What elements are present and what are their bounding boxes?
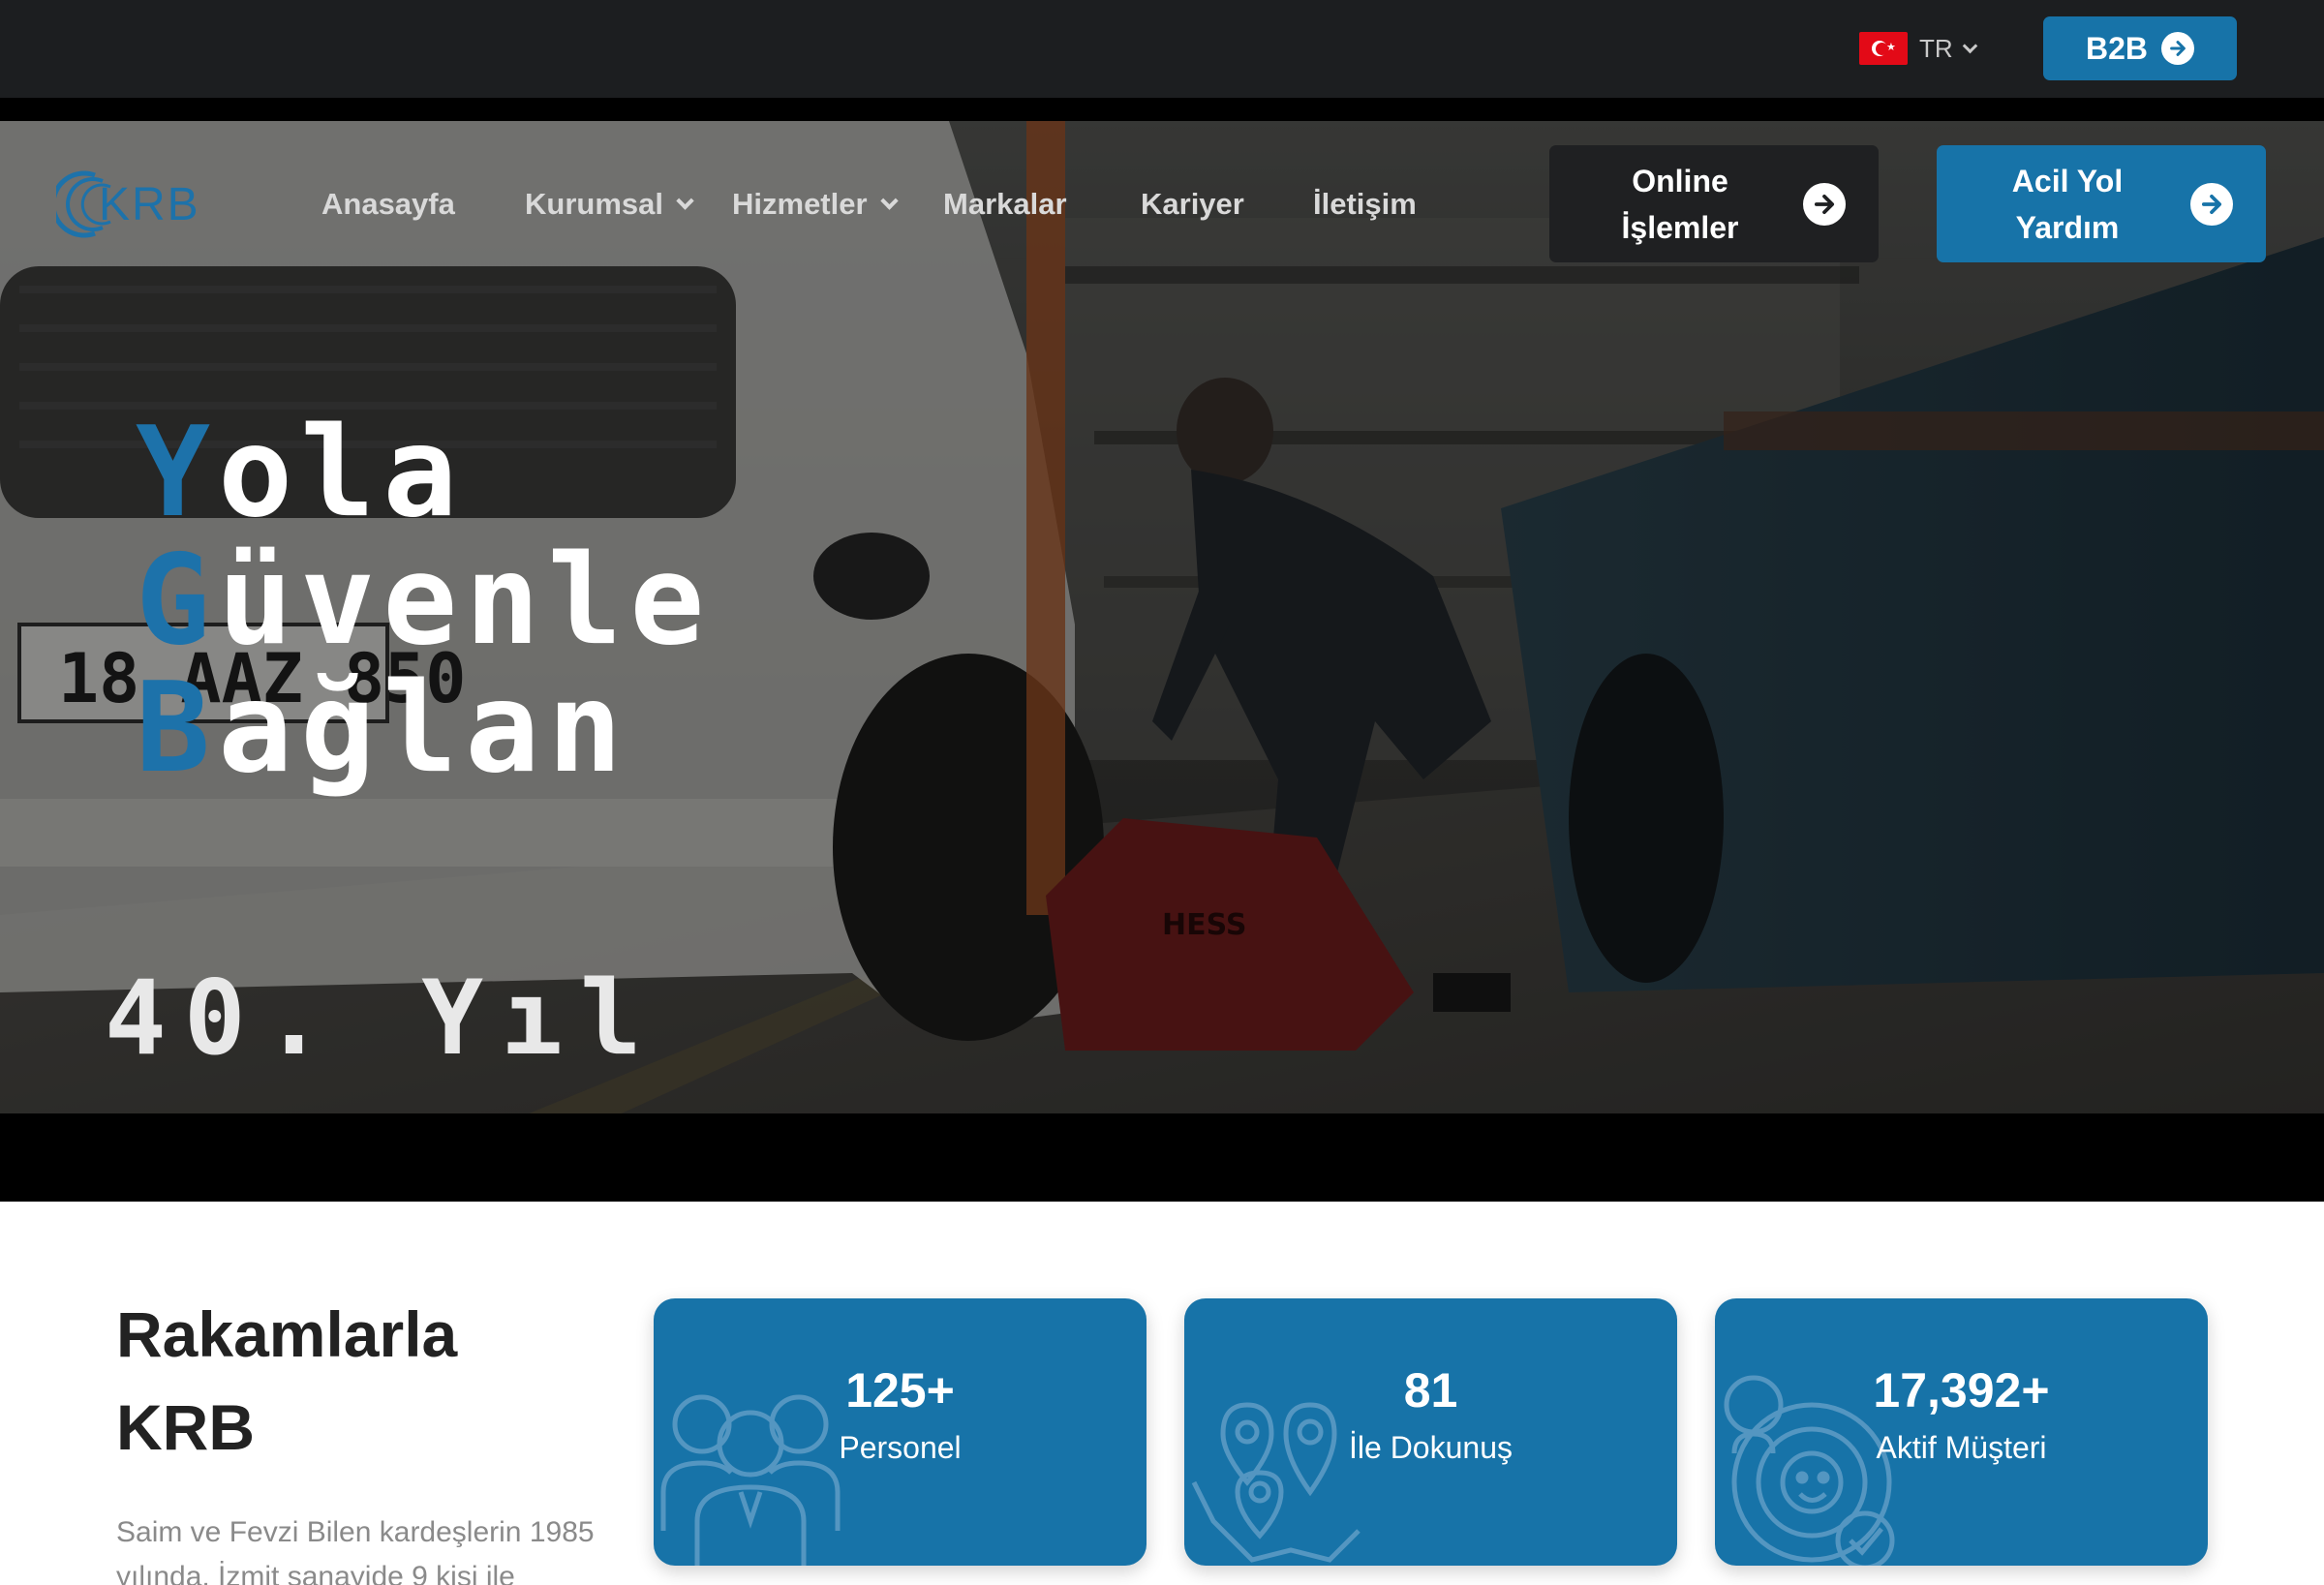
acil-yol-yardim-button[interactable]: Acil Yol Yardım [1937,145,2266,262]
nav-label: Kurumsal [525,187,663,221]
arrow-right-icon [2190,182,2233,226]
stat-card-ile-dokunus: 81 İle Dokunuş [1184,1298,1677,1566]
chevron-down-icon [676,191,694,210]
nav-label: Hizmetler [732,187,868,221]
headline-line-3: Bağlan [136,656,630,801]
headline-line-2: Güvenle [136,529,713,673]
chevron-down-icon [879,191,899,210]
nav-markalar[interactable]: Markalar [943,180,1067,229]
stat-value: 81 [1403,1363,1458,1417]
anniversary-text: 40. Yıl [105,959,659,1078]
krb-logo[interactable]: KRB [56,164,229,245]
nav-kariyer[interactable]: Kariyer [1141,180,1244,229]
stats-description: Saim ve Fevzi Bilen kardeşlerin 1985 yıl… [116,1516,595,1585]
nav-iletisim[interactable]: İletişim [1313,180,1417,229]
stat-value: 17,392+ [1873,1363,2050,1417]
stat-value: 125+ [845,1363,955,1417]
stat-card-personel: 125+ Personel [654,1298,1147,1566]
nav-anasayfa[interactable]: Anasayfa [321,180,455,229]
online-islemler-label: Online İşlemler [1621,163,1739,245]
top-bar: ★ TR B2B [0,0,2324,98]
arrow-right-icon [2161,32,2194,65]
stat-card-aktif-musteri: 17,392+ Aktif Müşteri [1715,1298,2208,1566]
arrow-right-icon [1803,182,1846,226]
stat-label: Personel [839,1430,962,1465]
turkey-flag-icon: ★ [1859,32,1908,65]
stats-title: Rakamlarla KRB [116,1298,458,1463]
hero-bottom-bar [0,1113,2324,1202]
online-islemler-button[interactable]: Online İşlemler [1549,145,1879,262]
nav-label: Markalar [943,187,1067,221]
b2b-button[interactable]: B2B [2043,16,2237,80]
language-selector[interactable]: ★ TR [1859,29,1977,68]
nav-label: Kariyer [1141,187,1244,221]
nav-kurumsal[interactable]: Kurumsal [525,180,694,229]
nav-label: Anasayfa [321,187,455,221]
chevron-down-icon [1962,38,1977,53]
b2b-label: B2B [2085,30,2148,66]
acil-yol-yardim-label: Acil Yol Yardım [2011,163,2124,245]
stat-label: Aktif Müşteri [1876,1430,2047,1465]
krb-logo-mark: KRB [56,170,200,238]
stat-label: İle Dokunuş [1349,1430,1513,1465]
headline-line-1: Yola [136,401,466,545]
nav-label: İletişim [1313,187,1417,221]
svg-text:KRB: KRB [99,179,200,230]
language-code: TR [1919,33,1953,63]
nav-hizmetler[interactable]: Hizmetler [732,180,899,229]
